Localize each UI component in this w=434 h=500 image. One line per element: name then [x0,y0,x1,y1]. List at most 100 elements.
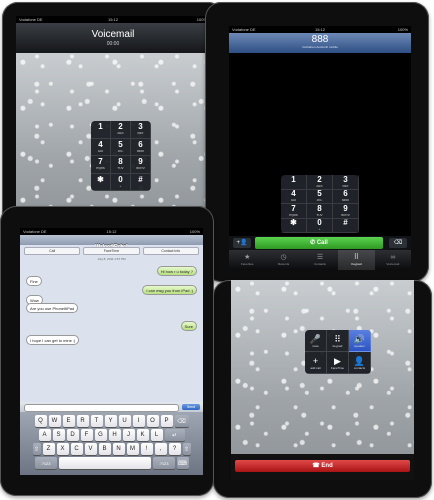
key-d[interactable]: D [66,429,79,441]
key-h[interactable]: H [108,429,121,441]
key-digit: ✱ [290,218,297,228]
add-contact-button[interactable]: +👤 [233,238,251,248]
speaker-button[interactable]: 🔊 speaker [349,330,371,352]
message-input[interactable] [24,404,179,412]
vm-key-0[interactable]: 1 [91,121,111,139]
dl-key-3[interactable]: 4 GHI [281,189,307,204]
dialer-keypad: 1 2 ABC 3 DEF 4 GHI 5 JKL 6 MNO 7 PQRS 8 TUV 9 WXYZ ✱ 0 + # [281,175,359,233]
key-q[interactable]: Q [34,415,47,427]
dl-key-6[interactable]: 7 PQRS [281,204,307,219]
mute-icon: 🎤 [309,333,322,344]
vm-key-3[interactable]: 4 GHI [91,138,111,156]
contacts-button[interactable]: 👤 contacts [349,352,371,374]
numbers-key[interactable]: .?123 [34,457,57,469]
key-y[interactable]: Y [104,415,117,427]
facetime-button[interactable]: FaceTime [83,247,140,255]
call-contact-button[interactable]: Call [24,247,81,255]
end-call-button[interactable]: ☎ End [235,460,410,472]
tab-keypad[interactable]: ⠿ Keypad [338,250,375,270]
facetime-button[interactable]: ▶ FaceTime [327,352,349,374]
tab-bar: ★ Favorites ◷ Recents ☰ Contacts ⠿ Keypad ∞ Voice… [229,250,411,270]
tab-favorites[interactable]: ★ Favorites [229,250,265,270]
vm-key-10[interactable]: 0 + [111,173,131,191]
key-f[interactable]: F [80,429,93,441]
key-,[interactable]: , [154,443,167,455]
keypad-button[interactable]: ⠿ keypad [327,330,349,352]
key-p[interactable]: P [160,415,173,427]
key-digit: 9 [138,157,143,167]
dl-key-1[interactable]: 2 ABC [307,175,333,190]
vm-key-2[interactable]: 3 DEF [131,121,151,139]
key-z[interactable]: Z [42,443,55,455]
dl-key-8[interactable]: 9 WXYZ [333,204,359,219]
contact-info-button[interactable]: Contact Info [142,247,199,255]
key-i[interactable]: I [132,415,145,427]
return-key[interactable]: ↵ [164,429,185,441]
key-n[interactable]: N [112,443,125,455]
dl-key-2[interactable]: 3 DEF [333,175,359,190]
dl-key-5[interactable]: 6 MNO [333,189,359,204]
dl-key-11[interactable]: # [333,218,359,233]
compose-bar: Send [20,402,203,412]
key-v[interactable]: V [84,443,97,455]
vm-key-4[interactable]: 5 JKL [111,138,131,156]
key-?[interactable]: ? [168,443,181,455]
add-call-button[interactable]: + add call [305,352,327,374]
key-r[interactable]: R [76,415,89,427]
control-label: add call [310,365,321,370]
tab-recents[interactable]: ◷ Recents [265,250,301,270]
key-a[interactable]: A [38,429,51,441]
status-bar: Vodafone DE 15:12 100% [229,26,411,33]
vm-key-11[interactable]: # [131,173,151,191]
key-digit: 2 [118,122,123,132]
tab-voicemail[interactable]: ∞ Voicemail [375,250,411,270]
key-![interactable]: ! [140,443,153,455]
key-t[interactable]: T [90,415,103,427]
tab-contacts[interactable]: ☰ Contacts [302,250,338,270]
vm-key-9[interactable]: ✱ [91,173,111,191]
key-digit: 4 [98,139,103,149]
keypad-icon: ⠿ [353,254,359,261]
key-k[interactable]: K [136,429,149,441]
vm-key-1[interactable]: 2 ABC [111,121,131,139]
recents-icon: ◷ [280,254,287,261]
dl-key-9[interactable]: ✱ [281,218,307,233]
dl-key-10[interactable]: 0 + [307,218,333,233]
message-bubble: I hope I can get to mine :) [26,335,80,345]
key-w[interactable]: W [48,415,61,427]
vm-key-6[interactable]: 7 PQRS [91,156,111,174]
dl-key-7[interactable]: 8 TUV [307,204,333,219]
keyboard-dismiss-icon[interactable]: ⌨ [176,457,189,469]
vm-key-5[interactable]: 6 MNO [131,138,151,156]
dl-key-4[interactable]: 5 JKL [307,189,333,204]
delete-button[interactable]: ⌫ [389,238,407,248]
mute-button[interactable]: 🎤 mute [305,330,327,352]
numbers-key-right[interactable]: .?123 [152,457,175,469]
key-u[interactable]: U [118,415,131,427]
key-x[interactable]: X [56,443,69,455]
key-l[interactable]: L [150,429,163,441]
backspace-key[interactable]: ⌫ [174,415,189,427]
key-s[interactable]: S [52,429,65,441]
key-j[interactable]: J [122,429,135,441]
vm-key-7[interactable]: 8 TUV [111,156,131,174]
shift-key-right[interactable]: ⇧ [182,443,191,455]
key-letters: GHI [290,198,297,203]
key-c[interactable]: C [70,443,83,455]
key-digit: 1 [291,174,296,184]
space-key[interactable] [58,457,151,469]
vm-key-8[interactable]: 9 WXYZ [131,156,151,174]
key-e[interactable]: E [62,415,75,427]
send-button[interactable]: Send [182,404,200,410]
dl-key-0[interactable]: 1 [281,175,307,190]
key-g[interactable]: G [94,429,107,441]
key-o[interactable]: O [146,415,159,427]
shift-key[interactable]: ⇧ [32,443,41,455]
call-button[interactable]: ✆ Call [255,237,383,249]
nav-bar: Waleed Rehel [20,235,203,250]
contact-actions: Call FaceTime Contact Info [24,247,199,255]
key-b[interactable]: B [98,443,111,455]
key-letters: MNO [342,198,349,203]
call-timer: 00:00 [106,41,120,47]
key-m[interactable]: M [126,443,139,455]
